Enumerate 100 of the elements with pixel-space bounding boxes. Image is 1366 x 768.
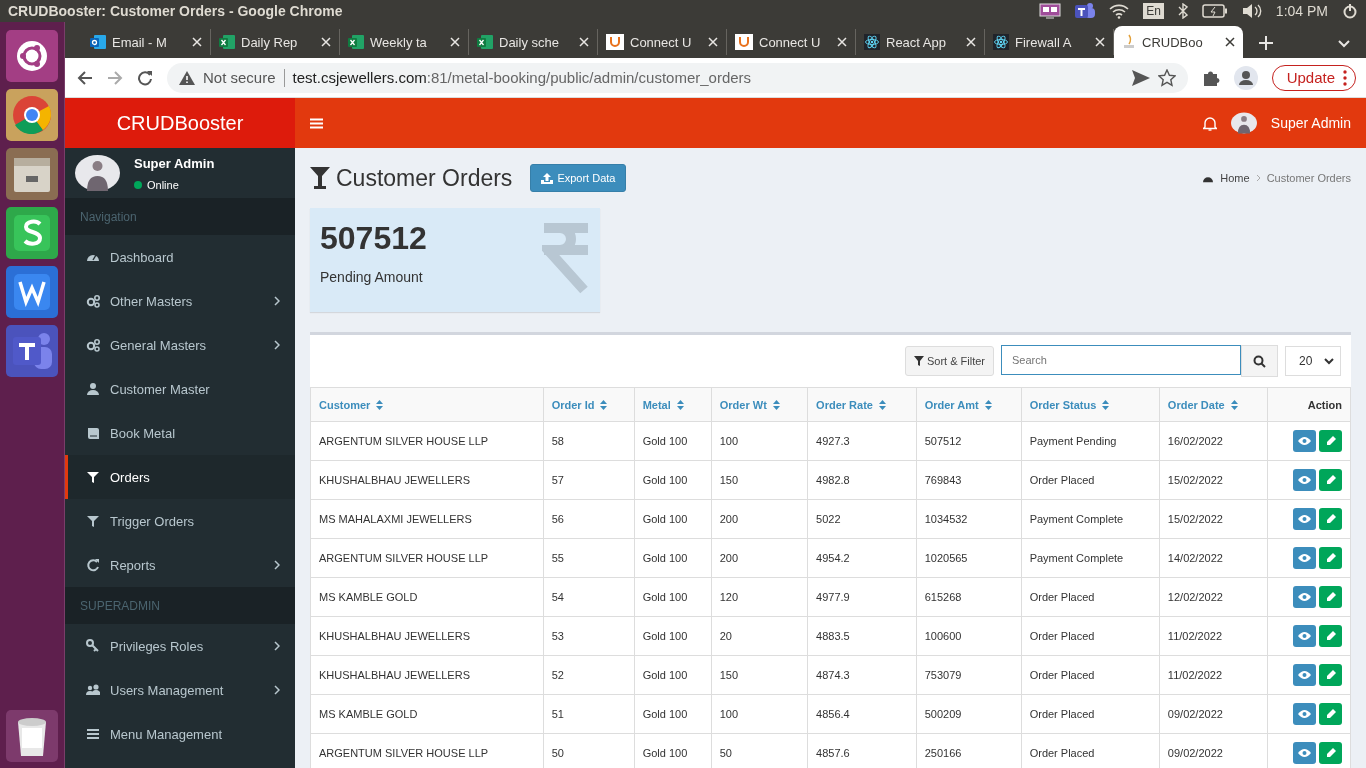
eye-icon — [1298, 671, 1311, 679]
volume-icon[interactable] — [1241, 3, 1262, 19]
search-field[interactable]: Search — [1001, 345, 1241, 375]
sort-icon[interactable] — [1102, 399, 1110, 410]
spreadsheet-app-icon[interactable] — [6, 207, 58, 259]
section-header: SUPERADMIN — [65, 587, 295, 624]
edit-button[interactable] — [1319, 430, 1342, 452]
sidebar-item[interactable]: Reports — [65, 543, 295, 587]
edit-button[interactable] — [1319, 547, 1342, 569]
sidebar-item[interactable]: Other Masters — [65, 279, 295, 323]
column-header[interactable]: Order Status — [1029, 398, 1097, 411]
star-icon[interactable] — [1157, 68, 1176, 87]
file-cabinet-icon[interactable] — [6, 148, 58, 200]
column-header[interactable]: Order Amt — [924, 398, 979, 411]
page-size-select[interactable]: 20 — [1285, 346, 1341, 376]
browser-tab[interactable]: Daily Rep — [211, 29, 340, 55]
search-button[interactable] — [1241, 345, 1278, 377]
new-tab-icon[interactable] — [1259, 36, 1273, 50]
trash-icon[interactable] — [6, 710, 58, 762]
user-name[interactable]: Super Admin — [1270, 115, 1351, 131]
sidebar-item[interactable]: Privileges Roles — [65, 624, 295, 668]
chat-app-icon[interactable] — [6, 325, 58, 377]
sort-icon[interactable] — [878, 399, 886, 410]
edit-button[interactable] — [1319, 625, 1342, 647]
view-button[interactable] — [1293, 547, 1316, 569]
send-icon[interactable] — [1131, 69, 1150, 86]
spreadsheet-icon — [477, 34, 493, 50]
sidebar-item[interactable]: Dashboard — [65, 235, 295, 279]
sidebar-item[interactable]: Users Management — [65, 668, 295, 712]
sort-icon[interactable] — [984, 399, 992, 410]
battery-icon[interactable] — [1201, 4, 1228, 18]
sidebar-item[interactable]: Orders — [65, 455, 295, 499]
search-icon[interactable] — [1253, 354, 1266, 368]
brand-logo[interactable]: CRUDBooster — [65, 98, 295, 148]
edit-button[interactable] — [1319, 508, 1342, 530]
column-header[interactable]: Order Rate — [816, 398, 873, 411]
edit-button[interactable] — [1319, 742, 1342, 764]
edit-button[interactable] — [1319, 703, 1342, 725]
view-button[interactable] — [1293, 586, 1316, 608]
address-bar[interactable]: Not secure test.csjewellers.com:81/metal-booking/public/admin/customer_orders — [167, 62, 1188, 93]
sort-filter-button[interactable]: Sort & Filter — [904, 346, 994, 376]
browser-tab[interactable]: Weekly ta — [340, 29, 469, 55]
reload-icon[interactable] — [137, 69, 153, 86]
menu-icon[interactable] — [310, 117, 323, 129]
wifi-icon[interactable] — [1109, 3, 1130, 19]
view-button[interactable] — [1293, 703, 1316, 725]
screen-app-icon[interactable] — [1039, 3, 1062, 19]
table-cell: 150 — [711, 655, 808, 695]
sort-icon[interactable] — [600, 399, 608, 410]
view-button[interactable] — [1293, 430, 1316, 452]
sort-icon[interactable] — [772, 399, 780, 410]
sidebar-item[interactable]: Trigger Orders — [65, 499, 295, 543]
edit-button[interactable] — [1319, 586, 1342, 608]
sidebar-item[interactable]: General Masters — [65, 323, 295, 367]
browser-tab[interactable]: React App — [856, 29, 985, 55]
column-header[interactable]: Customer — [319, 398, 371, 411]
table-cell: 53 — [543, 616, 635, 656]
column-header[interactable]: Order Id — [551, 398, 595, 411]
sort-icon[interactable] — [1230, 399, 1238, 410]
kebab-icon[interactable] — [1343, 69, 1347, 86]
back-icon[interactable] — [77, 69, 93, 86]
edit-button[interactable] — [1319, 469, 1342, 491]
view-button[interactable] — [1293, 469, 1316, 491]
security-label[interactable]: Not secure — [203, 69, 276, 86]
bluetooth-icon[interactable] — [1177, 3, 1188, 19]
url-text[interactable]: test.csjewellers.com:81/metal-booking/public/admin/customer_orders — [292, 69, 1124, 86]
breadcrumb-link[interactable]: Home — [1220, 172, 1250, 184]
browser-tab[interactable]: Daily sche — [469, 29, 598, 55]
column-header[interactable]: Order Date — [1167, 398, 1225, 411]
browser-tab[interactable]: Connect U — [727, 29, 856, 55]
update-button[interactable]: Update — [1271, 64, 1356, 91]
close-icon[interactable] — [1225, 37, 1235, 47]
warning-icon[interactable] — [179, 70, 195, 85]
keyboard-layout[interactable]: En — [1143, 3, 1164, 19]
view-button[interactable] — [1293, 625, 1316, 647]
export-button[interactable]: Export Data — [530, 164, 627, 192]
sort-icon[interactable] — [376, 399, 384, 410]
view-button[interactable] — [1293, 664, 1316, 686]
clock[interactable]: 1:04 PM — [1275, 3, 1328, 19]
view-button[interactable] — [1293, 742, 1316, 764]
sidebar-item[interactable]: Menu Management — [65, 712, 295, 756]
browser-tab[interactable]: Email - M — [82, 29, 211, 55]
browser-tab[interactable]: Firewall A — [985, 29, 1114, 55]
launcher-logo-icon[interactable] — [6, 30, 58, 82]
chevron-down-icon[interactable] — [1338, 40, 1350, 48]
bell-icon[interactable] — [1202, 115, 1217, 131]
view-button[interactable] — [1293, 508, 1316, 530]
browser-icon[interactable] — [6, 89, 58, 141]
column-header[interactable]: Order Wt — [719, 398, 767, 411]
browser-tab[interactable]: Connect U — [598, 29, 727, 55]
sidebar-item[interactable]: Book Metal — [65, 411, 295, 455]
chat-app-icon[interactable] — [1075, 2, 1096, 20]
browser-tab[interactable]: CRUDBoo — [1114, 26, 1243, 58]
sidebar-item[interactable]: Customer Master — [65, 367, 295, 411]
table-cell: 150 — [711, 460, 808, 500]
sort-icon[interactable] — [676, 399, 684, 410]
power-icon[interactable] — [1342, 3, 1358, 19]
document-app-icon[interactable] — [6, 266, 58, 318]
edit-button[interactable] — [1319, 664, 1342, 686]
profile-icon[interactable] — [1233, 65, 1258, 90]
